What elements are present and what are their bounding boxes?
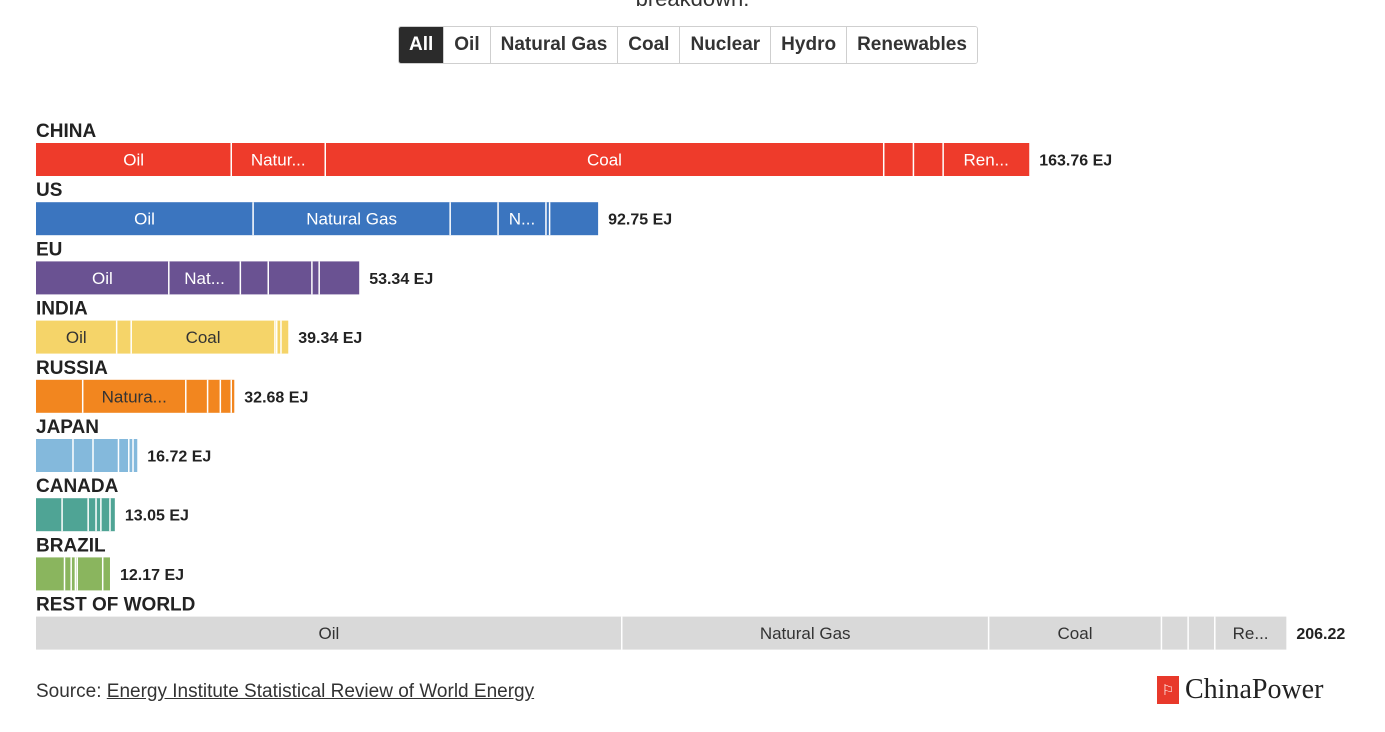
segment-label: Natural Gas [760,624,851,643]
country-row-china: CHINA Oil Natur... Coal Ren... 163.76 EJ [36,121,1112,176]
total-label: 39.34 EJ [298,330,362,347]
segment-label: Coal [186,328,221,347]
bar-segment-nuclear[interactable] [118,439,129,472]
segment-label: Oil [123,151,144,170]
total-label: 92.75 EJ [608,212,672,229]
segment-label: N... [509,210,535,229]
bar-segment-hydro[interactable] [1188,616,1215,650]
bar-segment-coal[interactable] [240,261,269,295]
country-row-canada: CANADA 13.05 EJ [36,476,189,532]
bar-segment-renewables[interactable] [102,557,110,591]
china-power-logo: ⚐ ChinaPower [1157,674,1323,706]
bar-segment-natural-gas[interactable] [116,320,132,354]
country-row-us: US Oil Natural Gas N... 92.75 EJ [36,180,672,236]
country-label: BRAZIL [36,535,106,556]
source-link[interactable]: Energy Institute Statistical Review of W… [107,681,534,702]
country-row-japan: JAPAN 16.72 EJ [36,417,211,472]
brand-name: ChinaPower [1185,674,1324,705]
bar-segment-renewables[interactable] [280,320,289,354]
bar-segment-hydro[interactable] [220,379,232,413]
bar-segment-hydro[interactable] [913,143,944,176]
bar-segment-nuclear[interactable] [207,379,221,413]
bar-segment-natural-gas[interactable] [72,439,93,472]
bar-segment-nuclear[interactable] [268,261,312,295]
total-label: 32.68 EJ [244,389,308,406]
bar-segment-coal[interactable] [185,379,208,413]
source-prefix: Source: [36,681,107,702]
total-label: 16.72 EJ [147,449,211,466]
segment-label: Coal [587,151,622,170]
bar-segment-oil[interactable] [36,498,63,532]
total-label: 13.05 EJ [125,508,189,525]
segment-label: Coal [1058,624,1093,643]
bar-segment-nuclear[interactable] [883,143,914,176]
country-row-india: INDIA Oil Coal 39.34 EJ [36,299,362,354]
country-row-brazil: BRAZIL 12.17 EJ [36,535,184,591]
segment-label: Nat... [184,269,225,288]
total-label: 12.17 EJ [120,567,184,584]
segment-label: Re... [1233,624,1269,643]
bar-segment-renewables[interactable] [549,202,599,236]
segment-label: Natura... [102,387,167,406]
country-label: REST OF WORLD [36,595,195,616]
bar-segment-oil[interactable] [36,439,73,472]
bar-segment-nuclear[interactable] [1161,616,1189,650]
bar-segment-oil[interactable] [36,557,65,591]
country-label: CHINA [36,121,96,142]
bar-segment-hydro[interactable] [100,498,110,532]
bar-segment-hydro[interactable] [77,557,103,591]
bar-segment-hydro[interactable] [311,261,320,295]
source-line: Source: Energy Institute Statistical Rev… [36,681,534,703]
country-label: RUSSIA [36,358,108,379]
bar-segment-renewables[interactable] [319,261,360,295]
bar-segment-coal[interactable] [92,439,119,472]
segment-label: Oil [92,269,113,288]
segment-label: Natural Gas [306,210,397,229]
total-label: 53.34 EJ [369,271,433,288]
country-label: INDIA [36,299,88,320]
total-label: 206.22 [1296,626,1345,643]
bar-segment-natural-gas[interactable] [62,498,89,532]
segment-label: Oil [134,210,155,229]
energy-consumption-chart: CHINA Oil Natur... Coal Ren... 163.76 EJ US Oil… [36,121,1345,650]
china-power-icon: ⚐ [1157,676,1179,704]
bar-segment-natural-gas[interactable] [64,557,72,591]
total-label: 163.76 EJ [1039,153,1112,170]
segment-label: Ren... [964,151,1009,170]
country-label: EU [36,239,62,260]
country-row-rest-of-world: REST OF WORLD Oil Natural Gas Coal Re... 206.… [36,595,1345,650]
segment-label: Oil [318,624,339,643]
segment-label: Oil [66,328,87,347]
country-label: CANADA [36,476,119,497]
country-row-eu: EU Oil Nat... 53.34 EJ [36,239,433,295]
bar-segment-coal[interactable] [88,498,97,532]
country-label: JAPAN [36,417,99,438]
country-row-russia: RUSSIA Natura... 32.68 EJ [36,358,308,413]
bar-segment-oil[interactable] [36,379,83,413]
bar-segment-coal[interactable] [450,202,499,236]
country-label: US [36,180,62,201]
segment-label: Natur... [251,151,306,170]
